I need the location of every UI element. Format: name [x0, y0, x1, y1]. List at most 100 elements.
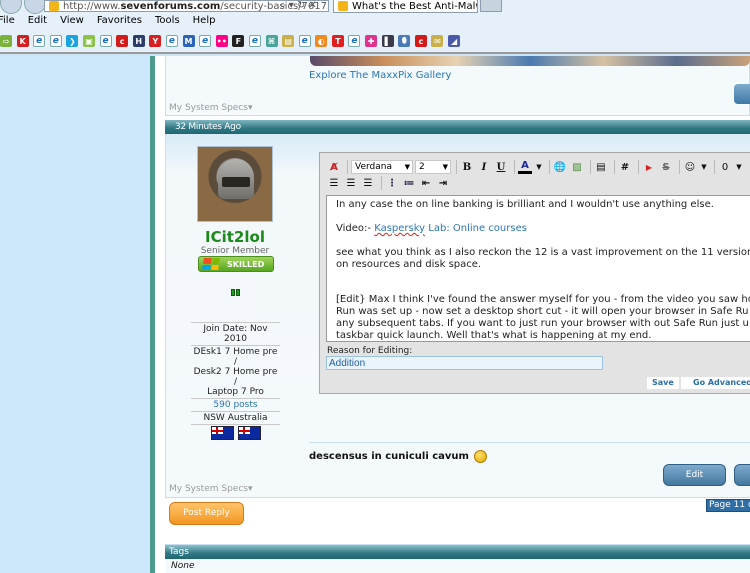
menu-favorites[interactable]: Favorites: [97, 15, 155, 31]
edit-button[interactable]: Edit: [663, 464, 726, 486]
hash-icon[interactable]: #: [618, 160, 632, 174]
remove-format-icon[interactable]: A̸: [327, 160, 341, 174]
outdent-icon[interactable]: ⇤: [419, 176, 433, 190]
blue-chevron-icon[interactable]: ❯: [66, 35, 79, 47]
smiley-icon[interactable]: ☺: [683, 160, 697, 174]
blue-page-icon[interactable]: ⬮: [398, 35, 411, 47]
ie-page-icon[interactable]: e: [248, 35, 261, 47]
text-color-icon[interactable]: A: [518, 160, 532, 174]
swirl-icon[interactable]: ◐: [315, 35, 328, 47]
align-left-icon[interactable]: ☰: [327, 176, 341, 190]
user-avatar[interactable]: [197, 146, 273, 222]
fs-icon[interactable]: F: [232, 35, 245, 47]
system-specs-link[interactable]: My System Specs▾: [169, 484, 253, 494]
indent-icon[interactable]: ⇥: [436, 176, 450, 190]
message-textarea[interactable]: In any case the on line banking is brill…: [326, 195, 750, 342]
menu-tools[interactable]: Tools: [155, 15, 193, 31]
tower-icon[interactable]: ▌: [381, 35, 394, 47]
youtube-icon[interactable]: ▶: [642, 160, 656, 174]
envelope-icon[interactable]: ✉: [431, 35, 444, 47]
bold-icon[interactable]: B: [460, 160, 474, 174]
unordered-list-icon[interactable]: ≔: [402, 176, 416, 190]
username-link[interactable]: ICit2lol: [165, 228, 305, 246]
ie-page-icon[interactable]: e: [199, 35, 212, 47]
ie-page-icon[interactable]: e: [165, 35, 178, 47]
teal-page-icon[interactable]: ⌘: [265, 35, 278, 47]
ordered-list-icon[interactable]: ⋮: [385, 176, 399, 190]
toolbar-separator: [456, 160, 457, 174]
font-value: Verdana: [355, 162, 392, 172]
ie-page-icon[interactable]: e: [348, 35, 361, 47]
user-title: Senior Member: [200, 246, 270, 256]
size-select[interactable]: 2 ▼: [415, 160, 451, 174]
kaspersky-icon[interactable]: K: [16, 35, 29, 47]
strikethrough-icon[interactable]: S: [659, 160, 673, 174]
reason-input[interactable]: [326, 356, 603, 370]
ie-page-icon[interactable]: e: [298, 35, 311, 47]
previous-post-button[interactable]: [734, 84, 750, 104]
underline-icon[interactable]: U: [494, 160, 508, 174]
flickr-icon[interactable]: ••: [215, 35, 228, 47]
quote-icon[interactable]: ▤: [594, 160, 608, 174]
toolbar-separator: [590, 160, 591, 174]
align-center-icon[interactable]: ☰: [344, 176, 358, 190]
video-link[interactable]: Kaspersky Lab: Online courses: [374, 223, 527, 234]
post-header: 32 Minutes Ago: [165, 120, 750, 134]
tab-title: What's the Best Anti-Malwa...: [352, 0, 477, 12]
menu-bar: File Edit View Favorites Tools Help: [0, 15, 228, 31]
youtube-icon[interactable]: Y: [149, 35, 162, 47]
new-tab-button[interactable]: [480, 0, 502, 12]
italic-icon[interactable]: I: [477, 160, 491, 174]
align-right-icon[interactable]: ☰: [361, 176, 375, 190]
cnet-icon[interactable]: c: [116, 35, 129, 47]
m-icon[interactable]: M: [182, 35, 195, 47]
join-date: Join Date: Nov 2010: [191, 322, 280, 345]
go-advanced-button[interactable]: Go Advanced: [681, 377, 750, 389]
page-indicator[interactable]: Page 11 of: [706, 499, 750, 512]
chevron-down-icon[interactable]: ▼: [535, 160, 543, 174]
menu-file[interactable]: File: [0, 15, 28, 31]
browser-tab[interactable]: What's the Best Anti-Malwa... ✕: [333, 0, 478, 13]
signature-divider: [309, 442, 750, 443]
post-count-link[interactable]: 590 posts: [191, 398, 280, 411]
menu-edit[interactable]: Edit: [28, 15, 60, 31]
signature: descensus in cuniculi cavum: [309, 450, 487, 463]
t-icon[interactable]: T: [331, 35, 344, 47]
message-line: [Edit} Max I think I've found the answer…: [336, 294, 750, 305]
explore-gallery-link[interactable]: Explore The MaxxPix Gallery: [309, 70, 451, 81]
post-reply-button[interactable]: Post Reply: [169, 502, 244, 525]
back-button[interactable]: [0, 0, 22, 14]
green-arrow-icon[interactable]: ⇨: [0, 35, 12, 47]
green-page-icon[interactable]: ▣: [82, 35, 95, 47]
ie-page-icon[interactable]: e: [49, 35, 62, 47]
previous-system-specs-link[interactable]: My System Specs▾: [169, 103, 253, 113]
system-line: DEsk1 7 Home pre /: [193, 347, 278, 367]
message-video-line: Video:- Kaspersky Lab: Online courses: [336, 223, 746, 235]
ie-page-icon[interactable]: e: [33, 35, 46, 47]
hd-icon[interactable]: H: [132, 35, 145, 47]
badge-label: SKILLED: [227, 259, 265, 269]
tags-header: Tags: [165, 544, 750, 559]
site-favicon: [49, 1, 59, 11]
menu-help[interactable]: Help: [193, 15, 229, 31]
pink-cross-icon[interactable]: ✚: [365, 35, 378, 47]
insert-link-icon[interactable]: 🌐: [553, 160, 567, 174]
ie-page-icon[interactable]: e: [99, 35, 112, 47]
message-paragraph: see what you think as I also reckon the …: [336, 247, 750, 271]
flags: [191, 424, 280, 441]
font-select[interactable]: Verdana ▼: [351, 160, 413, 174]
folder-icon[interactable]: ▤: [282, 35, 295, 47]
quote-button[interactable]: [734, 464, 750, 486]
spellcheck-word: Kaspersky: [374, 223, 426, 234]
chevron-down-icon[interactable]: ▼: [700, 160, 708, 174]
menu-view[interactable]: View: [60, 15, 97, 31]
forward-button[interactable]: [24, 0, 46, 14]
save-button[interactable]: Save: [647, 377, 679, 389]
insert-image-icon[interactable]: ▨: [570, 160, 584, 174]
purple-icon[interactable]: ◢: [448, 35, 461, 47]
cnet-icon[interactable]: c: [414, 35, 427, 47]
url-controls[interactable]: ⌕ ▾ ↻ ✕: [280, 0, 317, 11]
attachment-icon[interactable]: 0: [718, 160, 732, 174]
maxxpix-banner-image[interactable]: [310, 56, 750, 66]
chevron-down-icon[interactable]: ▼: [735, 160, 743, 174]
